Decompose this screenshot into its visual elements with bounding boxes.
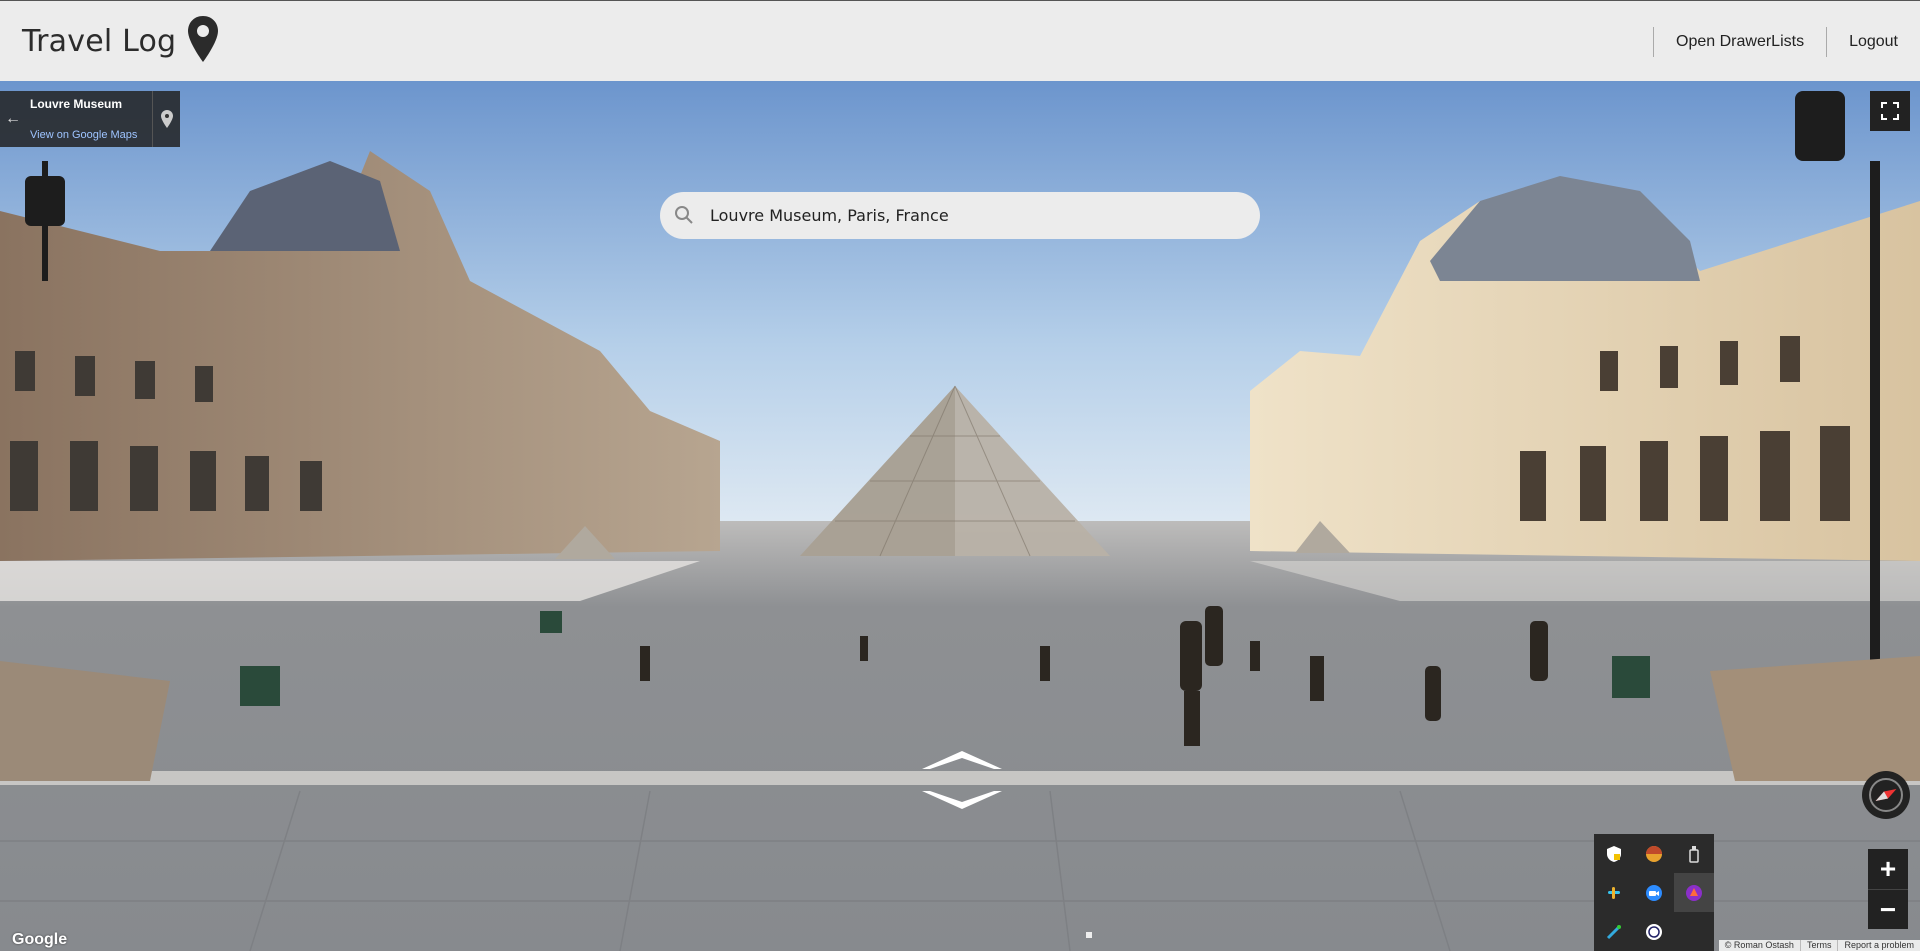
marker-dot bbox=[1086, 932, 1092, 938]
search-icon bbox=[675, 206, 693, 224]
map-attribution: © Roman Ostash Terms Report a problem bbox=[1718, 940, 1920, 951]
view-on-google-maps-link[interactable]: View on Google Maps bbox=[30, 129, 148, 141]
place-title: Louvre Museum bbox=[30, 97, 123, 111]
pen-icon[interactable] bbox=[1594, 912, 1634, 951]
google-logo: Google bbox=[12, 931, 68, 948]
system-tray-popup bbox=[1594, 834, 1714, 951]
terms-link[interactable]: Terms bbox=[1799, 940, 1838, 951]
brand[interactable]: Travel Log bbox=[22, 16, 220, 63]
logout-link[interactable]: Logout bbox=[1826, 27, 1920, 57]
move-forward-arrow-icon[interactable] bbox=[920, 749, 1004, 771]
compass-icon bbox=[1869, 778, 1903, 812]
shield-icon[interactable] bbox=[1594, 834, 1634, 873]
zoom-out-button[interactable]: − bbox=[1868, 889, 1908, 929]
app-header: Travel Log Open DrawerLists Logout bbox=[0, 0, 1920, 81]
zoom-icon[interactable] bbox=[1634, 873, 1674, 912]
search-box[interactable] bbox=[660, 192, 1260, 239]
bluetooth-icon[interactable] bbox=[1634, 912, 1674, 951]
fullscreen-button[interactable] bbox=[1870, 91, 1910, 131]
zoom-controls: + − bbox=[1868, 849, 1908, 929]
back-arrow-icon[interactable]: ← bbox=[0, 91, 26, 147]
app-icon[interactable] bbox=[1674, 873, 1714, 912]
usb-drive-icon[interactable] bbox=[1674, 834, 1714, 873]
compass-button[interactable] bbox=[1862, 771, 1910, 819]
map-pin-icon bbox=[188, 16, 219, 62]
colorful-disc-icon[interactable] bbox=[1634, 834, 1674, 873]
fullscreen-icon bbox=[1881, 102, 1899, 120]
attribution-copyright: © Roman Ostash bbox=[1724, 940, 1794, 950]
app-title: Travel Log bbox=[22, 23, 177, 59]
tray-empty-slot bbox=[1674, 912, 1714, 951]
place-info-card: ← Louvre Museum View on Google Maps bbox=[0, 91, 180, 147]
header-nav: Open DrawerLists Logout bbox=[1653, 27, 1920, 57]
report-problem-link[interactable]: Report a problem bbox=[1837, 940, 1920, 951]
search-input[interactable] bbox=[710, 206, 1230, 225]
movement-arrows bbox=[920, 749, 1004, 811]
zoom-in-button[interactable]: + bbox=[1868, 849, 1908, 889]
move-back-arrow-icon[interactable] bbox=[920, 789, 1004, 811]
slack-icon[interactable] bbox=[1594, 873, 1634, 912]
open-drawer-lists-link[interactable]: Open DrawerLists bbox=[1653, 27, 1826, 57]
map-pin-icon[interactable] bbox=[152, 91, 180, 147]
street-view[interactable]: ← Louvre Museum View on Google Maps Louv… bbox=[0, 81, 1920, 951]
